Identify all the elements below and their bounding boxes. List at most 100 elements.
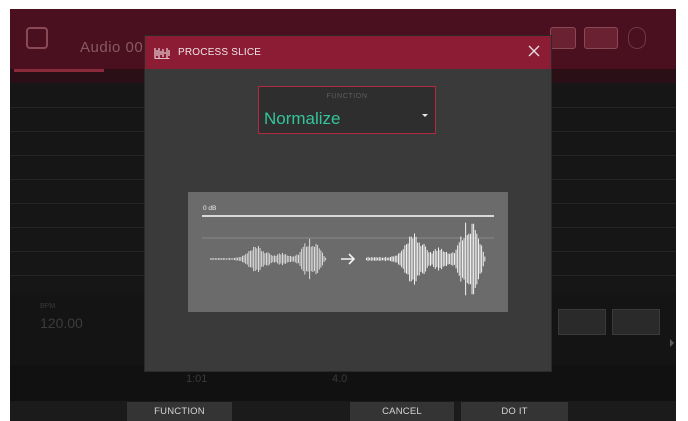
waveform-bar	[259, 248, 261, 270]
waveform-bar	[224, 258, 226, 260]
waveform-bar	[310, 246, 312, 272]
background-small-button	[558, 309, 606, 335]
waveform-bar	[466, 235, 468, 283]
waveform-bar	[412, 238, 414, 280]
waveform-bar	[219, 258, 221, 260]
function-label: FUNCTION	[326, 93, 368, 100]
waveform-bar	[248, 251, 250, 267]
background-bottom-cell: 4.0	[332, 373, 348, 385]
process-slice-dialog: PROCESS SLICE FUNCTION Normalize 0 dB	[145, 36, 551, 371]
waveform-bar	[463, 238, 465, 280]
waveform-bar	[382, 257, 383, 261]
waveform-bar	[414, 233, 415, 285]
waveform-bar	[457, 245, 459, 273]
waveform-bar	[409, 236, 411, 282]
waveform-bar	[294, 255, 296, 263]
waveform-bar	[307, 246, 309, 272]
waveform-bar	[211, 257, 213, 261]
waveform-bar	[407, 243, 409, 275]
waveform-bar	[240, 257, 242, 261]
waveform-bar	[323, 255, 325, 263]
waveform-bar	[420, 246, 422, 272]
waveform-bar	[377, 257, 379, 261]
waveform-bar	[476, 233, 478, 285]
waveform-bar	[317, 245, 319, 273]
waveform-bar	[270, 254, 272, 264]
waveform-bar	[306, 246, 307, 272]
waveform-bar	[256, 248, 258, 270]
waveform-bar	[222, 258, 224, 260]
waveform-bar	[277, 254, 279, 264]
waveform-bar	[446, 251, 447, 267]
waveform-bar	[374, 257, 375, 261]
waveform-bar	[426, 250, 428, 268]
waveform-bar	[278, 253, 280, 265]
do-it-softkey[interactable]: DO IT	[461, 402, 568, 421]
function-select[interactable]: FUNCTION Normalize	[258, 86, 436, 134]
waveform-bar	[399, 252, 401, 266]
background-small-button	[612, 309, 660, 335]
waveform-bar	[309, 238, 311, 280]
background-gear-icon	[628, 27, 646, 49]
waveform-bar	[460, 236, 462, 282]
waveform-bar	[322, 252, 323, 266]
close-icon[interactable]	[525, 42, 543, 60]
waveform-bar	[275, 255, 277, 263]
waveform-bar	[452, 252, 454, 266]
waveform-bar	[444, 252, 446, 266]
waveform-bar	[218, 258, 219, 260]
waveform-bar	[254, 247, 256, 271]
waveform-bar	[386, 257, 388, 261]
waveform-bar	[266, 252, 267, 266]
waveform-bar	[251, 250, 253, 268]
dialog-header: PROCESS SLICE	[145, 36, 551, 69]
waveform-bar	[436, 250, 438, 268]
waveform-bar	[272, 255, 274, 263]
function-softkey[interactable]: FUNCTION	[127, 402, 232, 421]
waveform-bar	[454, 253, 455, 265]
waveform-bar	[438, 247, 439, 271]
waveform-bar	[380, 257, 382, 261]
waveform-bar	[442, 251, 444, 267]
waveform-bar	[385, 256, 387, 262]
waveform-bar	[418, 242, 420, 276]
original-waveform	[210, 238, 327, 280]
waveform-bar	[402, 249, 404, 269]
waveform-bar	[388, 257, 390, 261]
waveform-preview-graphic	[202, 222, 494, 296]
waveform-bar	[465, 222, 467, 296]
waveform-bar	[237, 257, 239, 261]
waveform-bar	[458, 242, 460, 276]
waveform-bar	[267, 252, 269, 266]
waveform-bar	[213, 258, 215, 260]
waveform-bar	[314, 246, 315, 272]
waveform-bar	[312, 246, 314, 272]
waveform-bar	[372, 257, 374, 261]
waveform-bar	[422, 244, 423, 274]
waveform-bar	[484, 256, 486, 262]
waveform-bar	[216, 258, 218, 260]
waveform-bar	[430, 252, 431, 266]
cancel-softkey[interactable]: CANCEL	[350, 402, 454, 421]
waveform-bar	[293, 256, 295, 262]
background-tempo-label: BPM	[40, 303, 56, 310]
waveform-bar	[210, 258, 211, 260]
waveform-bar	[462, 240, 463, 278]
screen: Audio 00 BPM 120.00 1:01 4.0 FUNCTION CA…	[10, 9, 676, 421]
waveform-bar	[369, 257, 371, 261]
waveform-bar	[291, 256, 293, 262]
dialog-title: PROCESS SLICE	[178, 47, 262, 58]
waveform-bar	[439, 250, 441, 268]
waveform-bar	[375, 257, 377, 261]
waveform-bar	[302, 246, 304, 272]
waveform-bar	[299, 252, 301, 266]
waveform-bar	[283, 254, 285, 264]
waveform-bar	[393, 256, 395, 262]
waveform-bar	[450, 253, 452, 265]
waveform-bar	[221, 258, 223, 260]
waveform-bar	[258, 246, 259, 272]
waveform-bar	[406, 244, 407, 274]
waveform-bar	[396, 255, 398, 263]
waveform-bar	[298, 254, 299, 264]
waveform-bar	[232, 258, 234, 260]
